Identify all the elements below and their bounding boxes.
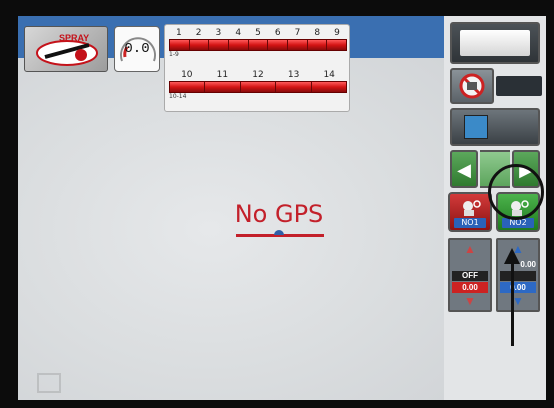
speed-value: 0.0	[124, 41, 150, 57]
boom-section[interactable]	[268, 40, 289, 50]
section-number: 10	[181, 70, 193, 80]
coverage-off-icon	[459, 73, 485, 99]
section-number: 6	[274, 28, 281, 38]
boom-section[interactable]	[170, 40, 190, 50]
boom-section[interactable]	[327, 40, 346, 50]
boom-row-2-bar	[169, 81, 347, 93]
rate-2-number: 0.00	[500, 282, 536, 293]
boom-section[interactable]	[209, 40, 230, 50]
nozzle-1-label: NO1	[454, 218, 486, 228]
section-number: 1	[176, 28, 182, 38]
field-button[interactable]	[450, 108, 540, 146]
speedometer[interactable]: 0.0	[114, 26, 160, 72]
boom-section[interactable]	[190, 40, 210, 50]
nozzle-1-button[interactable]: NO1	[448, 192, 492, 232]
section-number: 12	[252, 70, 264, 80]
section-number: 13	[287, 70, 300, 80]
boom-row-2-numbers: 10 11 12 13 14	[169, 70, 347, 80]
rate-1-value	[452, 260, 488, 270]
boom-section[interactable]	[276, 82, 312, 92]
vehicle-marker-icon	[274, 230, 284, 235]
section-number: 2	[195, 28, 202, 38]
boom-row-1-bar	[169, 39, 347, 51]
boom-section[interactable]	[170, 82, 206, 92]
rate-1-state: OFF	[452, 271, 488, 281]
rate-down-button[interactable]: ▼	[498, 294, 538, 308]
boom-row-2-tag: 10-14	[169, 93, 187, 100]
boom-section[interactable]	[249, 40, 269, 50]
boom-section[interactable]	[241, 82, 277, 92]
zoom-icon[interactable]	[36, 372, 62, 394]
boom-section[interactable]	[288, 40, 308, 50]
display-screen: SPRAY 0.0 1 2 3 4 5 6 7 8 9 1-9 10 11 12…	[18, 16, 546, 400]
rate-up-button[interactable]: ▲	[450, 242, 490, 256]
section-number: 9	[334, 28, 340, 38]
coverage-label	[496, 76, 542, 96]
boom-row-1-tag: 1-9	[169, 51, 179, 58]
display-button-face	[460, 30, 530, 56]
logo-graphic: SPRAY	[36, 33, 98, 66]
boom-section-panel: 1 2 3 4 5 6 7 8 9 1-9 10 11 12 13 14 10-…	[164, 24, 350, 112]
section-number: 5	[255, 28, 261, 38]
section-number: 11	[216, 70, 229, 80]
boom-section[interactable]	[308, 40, 328, 50]
rate-down-button[interactable]: ▼	[450, 294, 490, 308]
boom-section[interactable]	[205, 82, 241, 92]
boom-section[interactable]	[229, 40, 249, 50]
no-gps-message: No GPS	[234, 200, 324, 228]
highlight-circle	[488, 164, 544, 220]
coverage-button[interactable]	[450, 68, 494, 104]
field-icon	[464, 115, 488, 139]
nozzle-icon	[463, 200, 481, 216]
boom-section[interactable]	[312, 82, 346, 92]
rate-2-state	[500, 271, 536, 281]
nav-left-button[interactable]: ◀	[450, 150, 478, 188]
annotation-arrow	[511, 262, 514, 346]
section-number: 4	[235, 28, 242, 38]
section-number: 8	[314, 28, 321, 38]
boom-row-1-numbers: 1 2 3 4 5 6 7 8 9	[169, 28, 347, 38]
display-button[interactable]	[450, 22, 540, 64]
boom-row-2: 10 11 12 13 14 10-14	[169, 70, 347, 100]
boom-row-1: 1 2 3 4 5 6 7 8 9 1-9	[169, 28, 347, 58]
section-number: 14	[323, 70, 335, 80]
rate-1-number: 0.00	[452, 282, 488, 293]
brand-logo: SPRAY	[24, 26, 108, 72]
section-number: 7	[294, 28, 301, 38]
section-number: 3	[215, 28, 222, 38]
logo-brand-text: SPRAY	[59, 33, 89, 43]
rate-control-1: ▲ OFF 0.00 ▼	[448, 238, 492, 312]
arrow-left-icon: ◀	[457, 160, 471, 180]
